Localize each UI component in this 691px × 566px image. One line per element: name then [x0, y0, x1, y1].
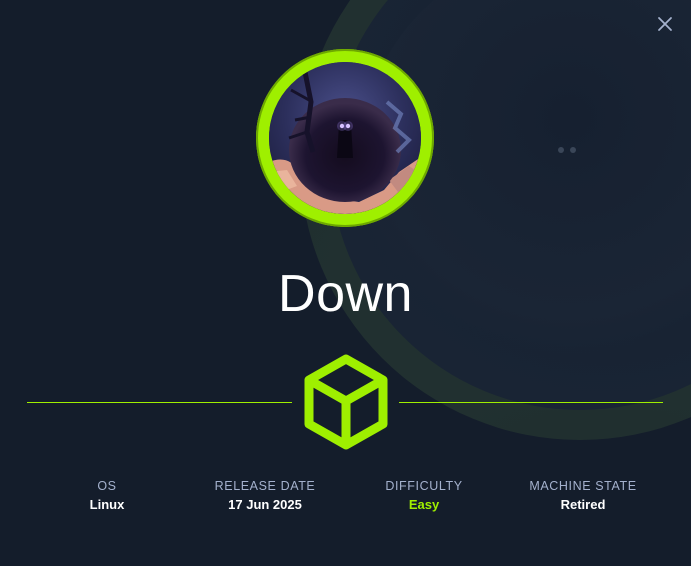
cube-icon [301, 352, 391, 452]
divider-right [399, 402, 663, 403]
stat-difficulty: DIFFICULTY Easy [339, 478, 509, 513]
machine-info-modal: Down OS Linux RELEASE DATE 17 Jun 2025 D… [0, 0, 691, 566]
close-icon [658, 17, 672, 31]
stat-label: OS [97, 479, 117, 493]
divider-left [27, 402, 292, 403]
stat-release-date: RELEASE DATE 17 Jun 2025 [180, 478, 350, 513]
stat-value: Retired [560, 497, 606, 512]
machine-avatar-image [269, 62, 421, 214]
machine-stats: OS Linux RELEASE DATE 17 Jun 2025 DIFFIC… [0, 478, 691, 518]
stat-label: MACHINE STATE [529, 479, 637, 493]
stat-label: RELEASE DATE [214, 479, 316, 493]
stat-machine-state: MACHINE STATE Retired [498, 478, 668, 513]
close-button[interactable] [655, 14, 675, 34]
machine-avatar [256, 49, 434, 227]
stat-value: Linux [89, 497, 125, 512]
stat-os: OS Linux [22, 478, 192, 513]
background-eyes [556, 147, 580, 155]
difficulty-badge: Easy [408, 497, 440, 512]
stat-label: DIFFICULTY [385, 479, 463, 493]
machine-name: Down [278, 265, 413, 323]
stat-value: 17 Jun 2025 [228, 497, 302, 512]
